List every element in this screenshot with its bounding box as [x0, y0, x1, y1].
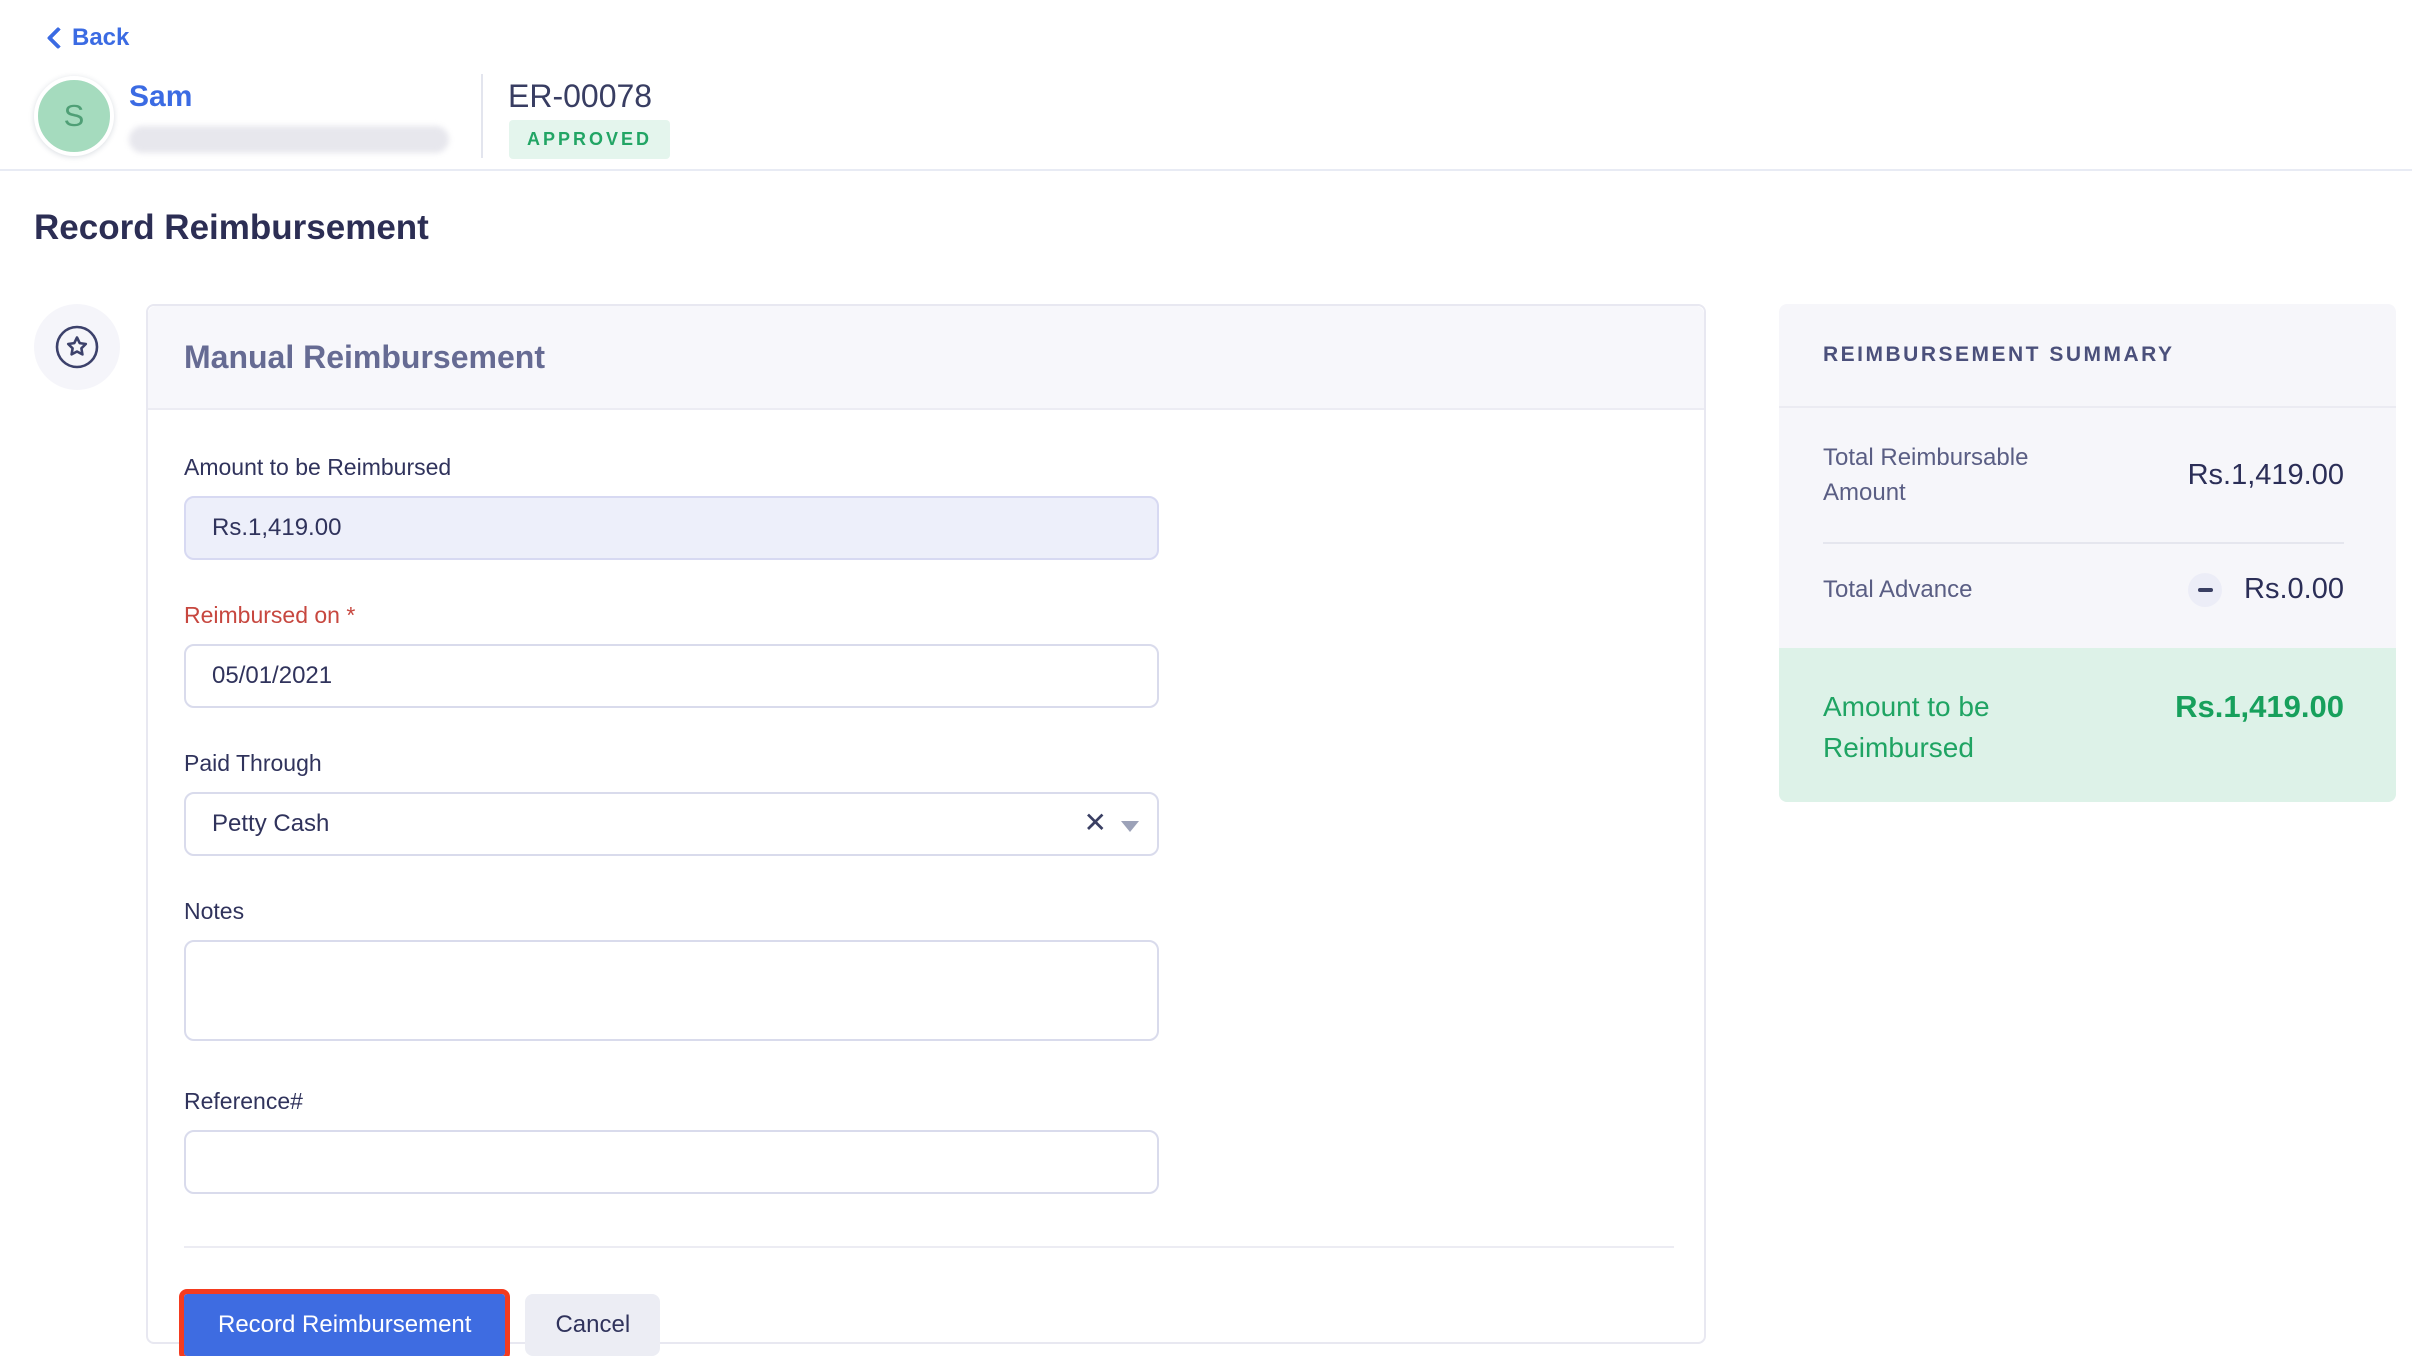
avatar-initial: S: [64, 98, 85, 134]
reference-field-group: Reference#: [184, 1088, 1159, 1194]
form-divider: [184, 1246, 1674, 1248]
amount-field-group: Amount to be Reimbursed: [184, 454, 1159, 560]
total-advance-value-group: Rs.0.00: [2188, 573, 2344, 607]
amount-input[interactable]: [184, 496, 1159, 560]
paid-through-input[interactable]: [184, 792, 1159, 856]
page-title: Record Reimbursement: [34, 208, 429, 248]
paid-through-select[interactable]: ✕: [184, 792, 1159, 856]
summary-total-section: Amount to be Reimbursed Rs.1,419.00: [1779, 648, 2396, 802]
reimbursement-step-bubble: [34, 304, 120, 390]
minus-icon: [2188, 573, 2222, 607]
back-link[interactable]: Back: [50, 24, 129, 52]
notes-label: Notes: [184, 898, 1159, 925]
total-advance-value: Rs.0.00: [2244, 573, 2344, 606]
summary-title: REIMBURSEMENT SUMMARY: [1823, 343, 2175, 367]
reference-input[interactable]: [184, 1130, 1159, 1194]
redacted-email: [129, 126, 449, 153]
notes-field-group: Notes: [184, 898, 1159, 1046]
top-header: Back S Sam ER-00078 APPROVED: [0, 0, 2412, 171]
amount-label: Amount to be Reimbursed: [184, 454, 1159, 481]
amount-to-be-reimbursed-label: Amount to be Reimbursed: [1823, 686, 2113, 768]
total-reimbursable-value: Rs.1,419.00: [2188, 459, 2344, 492]
card-header: Manual Reimbursement: [148, 306, 1704, 410]
reimbursement-summary-panel: REIMBURSEMENT SUMMARY Total Reimbursable…: [1779, 304, 2396, 802]
card-body: Amount to be Reimbursed Reimbursed on * …: [148, 410, 1704, 1356]
notes-textarea[interactable]: [184, 940, 1159, 1041]
cancel-button[interactable]: Cancel: [525, 1294, 660, 1356]
card-title: Manual Reimbursement: [184, 339, 545, 376]
report-number: ER-00078: [508, 78, 652, 115]
header-divider: [481, 74, 483, 158]
reimbursed-on-label: Reimbursed on *: [184, 602, 1159, 629]
record-reimbursement-page: Back S Sam ER-00078 APPROVED Record Reim…: [0, 0, 2412, 1356]
record-reimbursement-button[interactable]: Record Reimbursement: [184, 1294, 505, 1356]
summary-row-total-advance: Total Advance Rs.0.00: [1779, 544, 2396, 637]
form-actions: Record Reimbursement Cancel: [184, 1294, 1704, 1356]
amount-to-be-reimbursed-value: Rs.1,419.00: [2175, 689, 2344, 725]
star-circle-icon: [53, 323, 101, 371]
total-advance-label: Total Advance: [1823, 572, 1972, 607]
summary-row-total-reimbursable: Total Reimbursable Amount Rs.1,419.00: [1779, 408, 2396, 542]
total-reimbursable-label: Total Reimbursable Amount: [1823, 440, 2113, 510]
reference-label: Reference#: [184, 1088, 1159, 1115]
back-label: Back: [72, 24, 129, 52]
user-name-link[interactable]: Sam: [129, 80, 192, 114]
paid-through-label: Paid Through: [184, 750, 1159, 777]
clear-icon[interactable]: ✕: [1084, 809, 1107, 837]
chevron-down-icon[interactable]: [1121, 821, 1139, 832]
reimbursed-on-input[interactable]: [184, 644, 1159, 708]
manual-reimbursement-card: Manual Reimbursement Amount to be Reimbu…: [146, 304, 1706, 1344]
reimbursed-on-field-group: Reimbursed on *: [184, 602, 1159, 708]
status-badge: APPROVED: [509, 120, 670, 159]
summary-header: REIMBURSEMENT SUMMARY: [1779, 304, 2396, 408]
paid-through-field-group: Paid Through ✕: [184, 750, 1159, 856]
chevron-left-icon: [47, 27, 70, 50]
avatar: S: [34, 76, 114, 156]
